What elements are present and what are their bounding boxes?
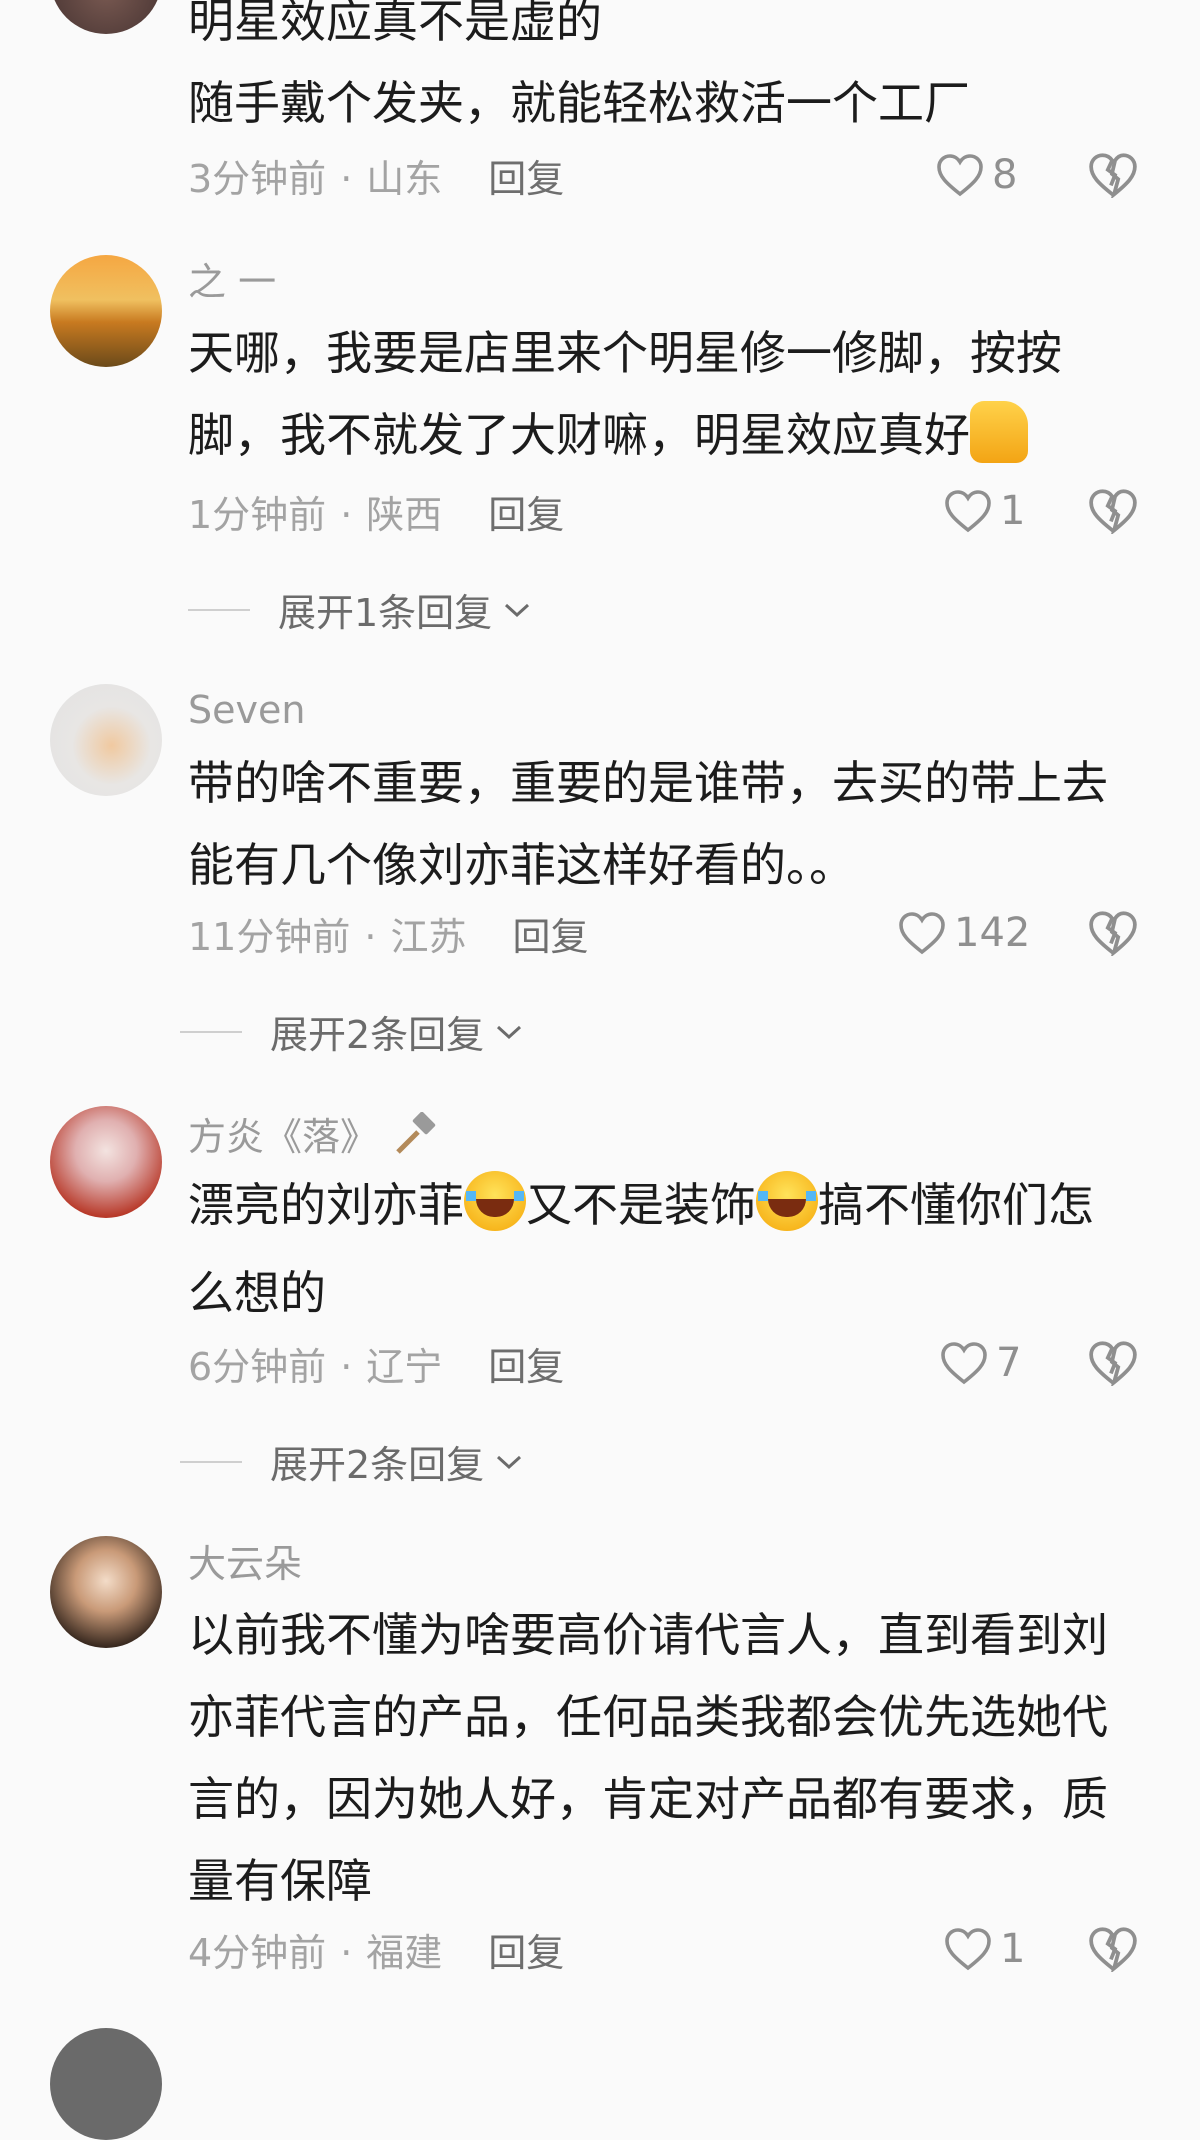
username[interactable]: 之 一 <box>188 260 276 304</box>
username[interactable]: Seven <box>188 688 305 732</box>
dislike-button[interactable] <box>1088 1340 1138 1390</box>
comment-text: 带的啥不重要，重要的是谁带，去买的带上去 能有几个像刘亦菲这样好看的。。 <box>188 756 1108 892</box>
username[interactable]: 大云朵 <box>188 1542 302 1586</box>
like-button[interactable]: 1 <box>944 1926 1025 1972</box>
dislike-button[interactable] <box>1088 488 1138 538</box>
divider <box>180 1030 242 1033</box>
broken-heart-icon <box>1089 1927 1137 1974</box>
laughing-crying-emoji <box>756 1171 818 1231</box>
comment-text: 天哪，我要是店里来个明星修一修脚，按按 脚，我不就发了大财嘛，明星效应真好 <box>188 326 1062 463</box>
woman-portrait-avatar[interactable] <box>50 1536 162 1648</box>
wheat-sunset-avatar[interactable] <box>50 255 162 367</box>
reply-button[interactable]: 回复 <box>488 1345 564 1389</box>
comment-meta: 4分钟前 · 福建 回复 <box>188 1931 565 1975</box>
comment-region: 福建 <box>366 1931 443 1975</box>
heart-icon <box>937 154 983 197</box>
comment-meta: 11分钟前 · 江苏 回复 <box>188 915 589 959</box>
like-count: 8 <box>992 152 1018 198</box>
comment-text: 明星效应真不是虚的 随手戴个发夹，就能轻松救活一个工厂 <box>188 0 970 130</box>
like-count: 142 <box>954 910 1031 956</box>
heart-icon <box>945 1928 991 1971</box>
comment-text: 以前我不懂为啥要高价请代言人，直到看到刘 亦菲代言的产品，任何品类我都会优先选她… <box>188 1608 1108 1908</box>
comment-time: 4分钟前 <box>188 1931 327 1975</box>
reply-button[interactable]: 回复 <box>512 915 588 959</box>
comment-region: 江苏 <box>390 915 467 959</box>
divider <box>180 1460 242 1463</box>
comment-meta: 1分钟前 · 陕西 回复 <box>188 493 565 537</box>
heart-icon <box>941 1342 987 1385</box>
broken-heart-icon <box>1089 911 1137 958</box>
like-count: 1 <box>1000 1926 1026 1972</box>
like-count: 1 <box>1000 488 1026 534</box>
laughing-crying-emoji <box>464 1171 526 1231</box>
comment-region: 山东 <box>366 157 443 201</box>
heart-icon <box>945 490 991 533</box>
reply-button[interactable]: 回复 <box>488 493 564 537</box>
broken-heart-icon <box>1089 1341 1137 1388</box>
reply-button[interactable]: 回复 <box>488 1931 564 1975</box>
comment-time: 3分钟前 <box>188 157 327 201</box>
comment-meta: 6分钟前 · 辽宁 回复 <box>188 1345 565 1389</box>
username[interactable]: 方炎《落》 <box>188 1111 438 1159</box>
heart-icon <box>899 912 945 955</box>
reply-button[interactable]: 回复 <box>488 157 564 201</box>
divider <box>188 608 250 611</box>
broken-heart-icon <box>1089 489 1137 536</box>
comment-time: 11分钟前 <box>188 915 351 959</box>
chevron-down-icon <box>497 1455 522 1469</box>
comment-text: 漂亮的刘亦菲 又不是装饰 搞不懂你们怎 么想的 <box>188 1164 1148 1334</box>
thumbs-up-emoji <box>970 401 1028 463</box>
comment-time: 1分钟前 <box>188 493 327 537</box>
expand-replies-button[interactable]: 展开1条回复 <box>188 582 532 637</box>
comment-region: 辽宁 <box>366 1345 443 1389</box>
anime-girl-avatar[interactable] <box>50 1106 162 1218</box>
dislike-button[interactable] <box>1088 910 1138 960</box>
like-button[interactable]: 1 <box>944 488 1025 534</box>
cat-avatar[interactable] <box>50 684 162 796</box>
comment-meta: 3分钟前 · 山东 回复 <box>188 157 565 201</box>
like-button[interactable]: 8 <box>936 152 1017 198</box>
broken-heart-icon <box>1089 153 1137 200</box>
expand-replies-button[interactable]: 展开2条回复 <box>180 1434 524 1489</box>
like-button[interactable]: 142 <box>898 910 1030 956</box>
user-avatar[interactable] <box>50 2028 162 2140</box>
like-button[interactable]: 7 <box>940 1340 1021 1386</box>
comment-time: 6分钟前 <box>188 1345 327 1389</box>
comment-region: 陕西 <box>366 493 443 537</box>
expand-replies-button[interactable]: 展开2条回复 <box>180 1004 524 1059</box>
dislike-button[interactable] <box>1088 1926 1138 1976</box>
chevron-down-icon <box>497 1025 522 1039</box>
chevron-down-icon <box>505 603 530 617</box>
like-count: 7 <box>996 1340 1022 1386</box>
hammer-icon <box>396 1111 436 1154</box>
user-avatar[interactable] <box>50 0 162 34</box>
dislike-button[interactable] <box>1088 152 1138 202</box>
